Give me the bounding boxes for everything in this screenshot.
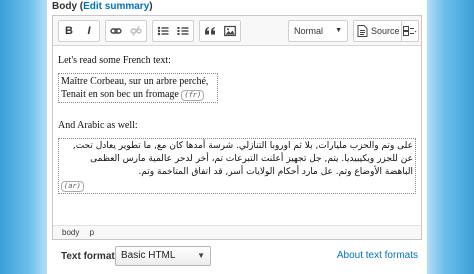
arabic-language-block: على وتم والحزب مليارات, بلا ثم اوروبا ال… <box>58 138 416 194</box>
french-line: Tenait en son bec un fromage (fr) <box>61 88 215 101</box>
editor-content-area[interactable]: Let's read some French text: Maître Corb… <box>53 47 421 225</box>
show-blocks-icon <box>403 26 417 36</box>
links-group <box>105 20 147 42</box>
unlink-button[interactable] <box>126 21 146 41</box>
rich-text-editor: B I Normal ▼ Source Let's read some Fren… <box>52 15 422 240</box>
about-text-formats-link[interactable]: About text formats <box>337 250 418 261</box>
bulleted-list-icon <box>157 26 169 36</box>
intro-paragraph: Let's read some French text: <box>58 55 171 66</box>
text-format-bar: Text format Basic HTML ▼ About text form… <box>52 244 422 270</box>
editor-toolbar: B I Normal ▼ Source <box>53 16 421 46</box>
language-tag-ar-row: (ar) <box>61 180 413 192</box>
italic-button[interactable]: I <box>79 21 99 41</box>
text-format-value: Basic HTML <box>121 250 176 261</box>
field-label-text: Body <box>52 1 77 12</box>
basic-styles-group: B I <box>58 20 100 42</box>
image-button[interactable] <box>220 21 240 41</box>
french-line-text: Tenait en son bec un fromage <box>61 89 179 100</box>
numbered-list-button[interactable] <box>173 21 193 41</box>
text-format-label: Text format <box>61 251 115 262</box>
path-item-body[interactable]: body <box>62 228 79 237</box>
paragraph-format-select[interactable]: Normal ▼ <box>288 20 348 42</box>
chevron-down-icon: ▼ <box>197 251 205 260</box>
chevron-down-icon: ▼ <box>335 27 342 34</box>
french-language-block: Maître Corbeau, sur un arbre perché, Ten… <box>58 73 218 103</box>
unlink-icon <box>130 25 142 37</box>
arabic-paragraph: على وتم والحزب مليارات, بلا ثم اوروبا ال… <box>72 141 413 177</box>
link-button[interactable] <box>106 21 126 41</box>
bulleted-list-button[interactable] <box>153 21 173 41</box>
blockquote-button[interactable] <box>200 21 220 41</box>
numbered-list-icon <box>177 27 189 35</box>
quote-icon <box>205 27 215 35</box>
french-line: Maître Corbeau, sur un arbre perché, <box>61 76 209 87</box>
bold-button[interactable]: B <box>59 21 79 41</box>
arabic-intro-paragraph: And Arabic as well: <box>58 120 138 131</box>
source-button-label: Source <box>371 26 400 36</box>
paragraph-format-value: Normal <box>294 26 324 36</box>
element-path-bar: body p <box>53 225 421 239</box>
image-icon <box>224 25 236 37</box>
summary-paren-close: ) <box>149 1 153 12</box>
source-button[interactable]: Source <box>353 20 401 42</box>
media-group <box>199 20 241 42</box>
editor-panel: Body (Edit summary) B I Normal ▼ Source … <box>47 0 427 274</box>
text-format-select[interactable]: Basic HTML ▼ <box>115 246 211 266</box>
field-label: Body (Edit summary) <box>52 1 153 15</box>
language-tag-fr: (fr) <box>181 90 205 101</box>
source-document-icon <box>357 25 368 37</box>
path-item-p[interactable]: p <box>90 228 94 237</box>
lists-group <box>152 20 194 42</box>
edit-summary-link[interactable]: Edit summary <box>83 1 149 12</box>
more-options-button[interactable] <box>401 20 419 42</box>
language-tag-ar: (ar) <box>61 181 84 192</box>
link-icon <box>110 28 122 34</box>
